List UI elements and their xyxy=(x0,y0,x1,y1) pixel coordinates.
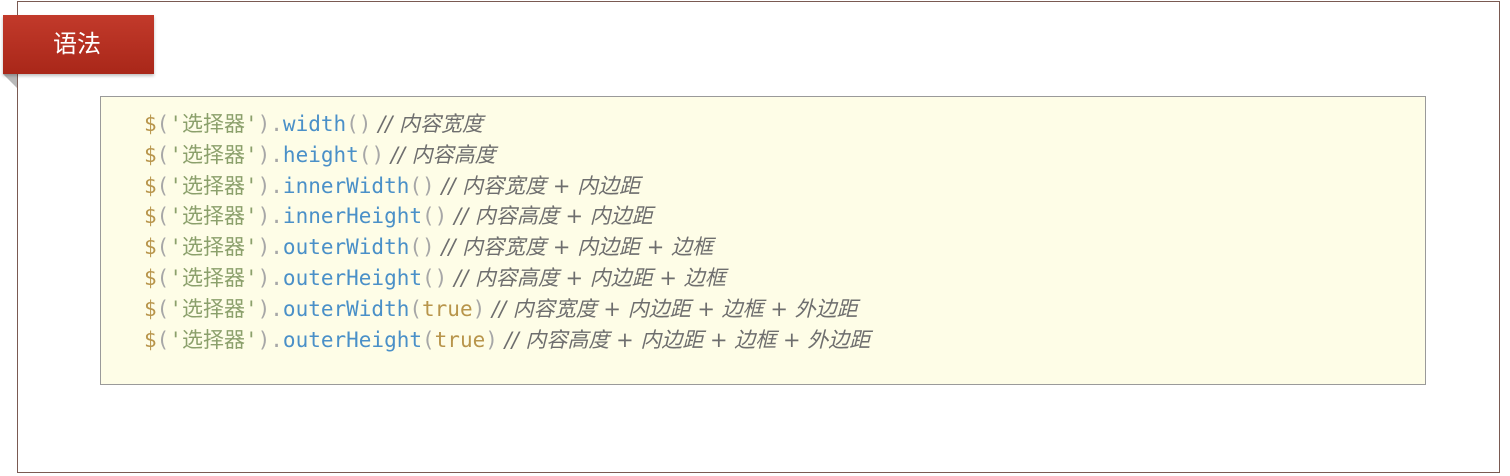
code-dot: . xyxy=(270,173,283,198)
code-paren-open: ( xyxy=(156,112,170,136)
code-arg-close: ) xyxy=(485,327,498,352)
code-arg-open: ( xyxy=(409,173,423,198)
code-selector-string: '选择器' xyxy=(169,204,258,229)
code-line: $('选择器').height() // 内容高度 xyxy=(144,140,1425,171)
code-selector-string: '选择器' xyxy=(169,235,258,260)
code-comment: // 内容宽度 + 内边距 + 边框 xyxy=(434,235,714,260)
code-dot: . xyxy=(270,235,283,260)
code-paren-open: ( xyxy=(156,327,170,352)
code-dollar: $ xyxy=(144,296,157,321)
code-method: outerWidth xyxy=(282,296,410,321)
code-paren-open: ( xyxy=(156,235,170,260)
code-selector-string: '选择器' xyxy=(169,296,258,321)
code-arg: true xyxy=(422,296,473,321)
code-arg-open: ( xyxy=(358,142,372,167)
code-comment: // 内容宽度 xyxy=(371,112,483,136)
code-selector-string: '选择器' xyxy=(169,327,258,352)
section-tag-label: 语法 xyxy=(53,30,101,58)
code-dot: . xyxy=(270,204,283,229)
code-dot: . xyxy=(270,142,283,167)
code-paren-open: ( xyxy=(156,296,170,321)
code-dollar: $ xyxy=(144,204,157,229)
code-arg-open: ( xyxy=(422,327,435,352)
code-line: $('选择器').outerWidth(true) // 内容宽度 + 内边距 … xyxy=(144,294,1425,325)
code-line: $('选择器').width() // 内容宽度 xyxy=(144,109,1425,140)
code-comment: // 内容宽度 + 内边距 + 边框 + 外边距 xyxy=(485,296,858,321)
code-line: $('选择器').innerHeight() // 内容高度 + 内边距 xyxy=(144,201,1425,232)
code-comment: // 内容高度 + 内边距 + 边框 xyxy=(447,265,726,290)
code-paren-close: ) xyxy=(257,265,271,290)
code-dollar: $ xyxy=(144,112,157,136)
code-arg: true xyxy=(434,327,486,352)
code-arg-close: ) xyxy=(358,112,372,136)
code-selector-string: '选择器' xyxy=(169,112,258,136)
code-paren-close: ) xyxy=(257,327,271,352)
code-line: $('选择器').outerHeight(true) // 内容高度 + 内边距… xyxy=(144,325,1425,356)
code-line: $('选择器').outerHeight() // 内容高度 + 内边距 + 边… xyxy=(144,263,1425,294)
tag-fold-shadow xyxy=(3,74,17,88)
code-arg-close: ) xyxy=(434,265,448,290)
code-method: width xyxy=(282,112,347,136)
code-dollar: $ xyxy=(144,173,157,198)
code-arg-close: ) xyxy=(472,296,486,321)
code-dot: . xyxy=(270,265,283,290)
code-dollar: $ xyxy=(144,327,157,352)
code-comment: // 内容高度 + 内边距 xyxy=(447,204,653,229)
code-paren-close: ) xyxy=(257,142,271,167)
code-selector-string: '选择器' xyxy=(169,173,258,198)
code-block: $('选择器').width() // 内容宽度 $('选择器').height… xyxy=(100,96,1426,385)
code-method: innerWidth xyxy=(282,173,410,198)
code-paren-close: ) xyxy=(257,112,271,136)
code-arg-open: ( xyxy=(422,204,435,229)
code-arg-open: ( xyxy=(346,112,359,136)
code-arg-open: ( xyxy=(409,235,423,260)
code-paren-close: ) xyxy=(257,296,271,321)
code-dollar: $ xyxy=(144,265,157,290)
code-method: height xyxy=(282,142,359,167)
code-paren-open: ( xyxy=(156,142,170,167)
code-arg-close: ) xyxy=(434,204,448,229)
code-paren-close: ) xyxy=(257,173,271,198)
code-arg-close: ) xyxy=(371,142,385,167)
code-paren-close: ) xyxy=(257,235,271,260)
code-paren-close: ) xyxy=(257,204,271,229)
code-arg-close: ) xyxy=(422,235,435,260)
section-tag: 语法 xyxy=(3,15,154,74)
code-line: $('选择器').innerWidth() // 内容宽度 + 内边距 xyxy=(144,171,1425,202)
code-selector-string: '选择器' xyxy=(169,265,258,290)
code-comment: // 内容高度 + 内边距 + 边框 + 外边距 xyxy=(497,327,871,352)
code-selector-string: '选择器' xyxy=(169,142,258,167)
code-method: innerHeight xyxy=(282,204,422,229)
code-arg-open: ( xyxy=(409,296,423,321)
code-dot: . xyxy=(270,112,283,136)
code-comment: // 内容高度 xyxy=(384,142,496,167)
code-method: outerHeight xyxy=(282,327,422,352)
code-dot: . xyxy=(270,327,283,352)
code-paren-open: ( xyxy=(156,204,170,229)
code-arg-close: ) xyxy=(422,173,435,198)
code-method: outerHeight xyxy=(282,265,422,290)
code-dollar: $ xyxy=(144,142,157,167)
code-comment: // 内容宽度 + 内边距 xyxy=(434,173,641,198)
code-method: outerWidth xyxy=(282,235,410,260)
code-dot: . xyxy=(270,296,283,321)
code-paren-open: ( xyxy=(156,265,170,290)
code-line: $('选择器').outerWidth() // 内容宽度 + 内边距 + 边框 xyxy=(144,232,1425,263)
code-paren-open: ( xyxy=(156,173,170,198)
code-dollar: $ xyxy=(144,235,157,260)
code-arg-open: ( xyxy=(422,265,435,290)
